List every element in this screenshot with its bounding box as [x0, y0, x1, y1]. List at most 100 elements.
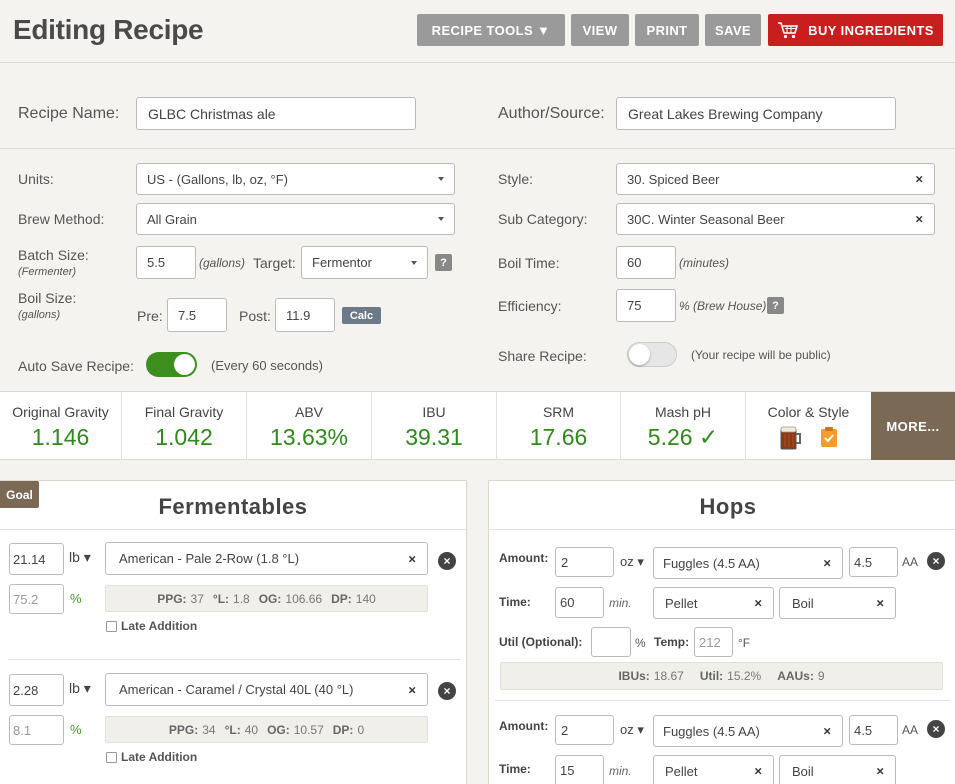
print-button[interactable]: PRINT: [635, 14, 699, 46]
author-input[interactable]: Great Lakes Brewing Company: [616, 97, 896, 130]
subcat-value: 30C. Winter Seasonal Beer: [627, 211, 785, 227]
pre-label: Pre:: [137, 308, 163, 324]
hop-form-select[interactable]: Pellet ×: [653, 755, 774, 784]
units-select[interactable]: US - (Gallons, lb, oz, °F): [136, 163, 455, 195]
recipe-name-input[interactable]: GLBC Christmas ale: [136, 97, 416, 130]
form-divider: [0, 148, 955, 149]
og-key: OG:: [258, 591, 282, 606]
og-key: OG:: [267, 722, 290, 737]
recipe-tools-button[interactable]: RECIPE TOOLS ▼: [417, 14, 565, 46]
more-button[interactable]: MORE...: [871, 392, 955, 460]
hop-amount-input[interactable]: 2: [555, 715, 614, 745]
hop-amount-label: Amount:: [499, 719, 549, 733]
stat-og: Original Gravity 1.146: [0, 392, 122, 460]
fermentable-name: American - Caramel / Crystal 40L (40 °L): [119, 682, 354, 697]
hop-aa-input[interactable]: 4.5: [849, 715, 898, 745]
buy-ingredients-button[interactable]: BUY INGREDIENTS: [768, 14, 943, 46]
efficiency-unit: % (Brew House): [679, 299, 767, 313]
chevron-down-icon: [411, 260, 417, 265]
autosave-toggle[interactable]: [146, 352, 197, 377]
post-boil-input[interactable]: 11.9: [275, 298, 335, 332]
fermentable-amount-input[interactable]: 21.14: [9, 543, 64, 575]
share-label: Share Recipe:: [498, 348, 587, 364]
row-divider: [495, 700, 950, 701]
subcat-select[interactable]: 30C. Winter Seasonal Beer ×: [616, 203, 935, 235]
clear-subcat-icon[interactable]: ×: [915, 212, 923, 227]
target-select[interactable]: Fermentor: [301, 246, 428, 279]
hop-util-input[interactable]: [591, 627, 631, 657]
hop-name-select[interactable]: Fuggles (4.5 AA) ×: [653, 547, 843, 579]
aa-label: AA: [902, 555, 919, 569]
hop-name-select[interactable]: Fuggles (4.5 AA) ×: [653, 715, 843, 747]
calc-button[interactable]: Calc: [342, 307, 381, 324]
og-value: 106.66: [285, 591, 323, 606]
remove-hop-icon[interactable]: ×: [927, 720, 945, 738]
hop-name: Fuggles (4.5 AA): [663, 555, 760, 571]
fermentable-name-select[interactable]: American - Caramel / Crystal 40L (40 °L)…: [105, 673, 428, 706]
view-button[interactable]: VIEW: [571, 14, 629, 46]
author-label: Author/Source:: [498, 105, 605, 122]
clear-style-icon[interactable]: ×: [915, 172, 923, 187]
stat-value: 39.31: [405, 424, 463, 450]
brew-method-value: All Grain: [147, 211, 197, 227]
stat-color-style[interactable]: Color & Style: [746, 392, 871, 460]
hop-time-input[interactable]: 60: [555, 587, 604, 618]
late-addition-checkbox[interactable]: [106, 621, 117, 632]
batch-size-input[interactable]: 5.5: [136, 246, 196, 279]
brew-method-select[interactable]: All Grain: [136, 203, 455, 235]
hop-aa-input[interactable]: 4.5: [849, 547, 898, 577]
clear-use-icon[interactable]: ×: [876, 596, 884, 611]
stat-label: Original Gravity: [12, 404, 109, 420]
remove-hop-icon[interactable]: ×: [927, 552, 945, 570]
min-label: min.: [609, 764, 632, 778]
dp-value: 0: [357, 722, 365, 737]
fermentable-amount-input[interactable]: 2.28: [9, 674, 64, 706]
hop-use-select[interactable]: Boil ×: [779, 755, 896, 784]
pre-boil-input[interactable]: 7.5: [167, 298, 227, 332]
remove-fermentable-icon[interactable]: ×: [438, 682, 456, 700]
hop-temp-input[interactable]: 212: [694, 627, 733, 657]
share-toggle[interactable]: [627, 342, 677, 367]
recipe-name-label: Recipe Name:: [18, 105, 120, 122]
stat-label: IBU: [422, 404, 446, 420]
hop-amount-input[interactable]: 2: [555, 547, 614, 577]
clear-fermentable-icon[interactable]: ×: [408, 682, 416, 697]
late-addition-checkbox[interactable]: [106, 752, 117, 763]
fermentable-percent-input[interactable]: 75.2: [9, 584, 64, 614]
hop-use-select[interactable]: Boil ×: [779, 587, 896, 619]
clear-fermentable-icon[interactable]: ×: [408, 551, 416, 566]
efficiency-input[interactable]: 75: [616, 289, 676, 322]
efficiency-help-icon[interactable]: ?: [767, 297, 784, 314]
style-select[interactable]: 30. Spiced Beer ×: [616, 163, 935, 195]
style-value: 30. Spiced Beer: [627, 171, 720, 187]
batch-help-icon[interactable]: ?: [435, 254, 452, 271]
efficiency-label: Efficiency:: [498, 298, 562, 314]
boil-size-sublabel: (gallons): [18, 309, 61, 321]
aa-label: AA: [902, 723, 919, 737]
clear-use-icon[interactable]: ×: [876, 764, 884, 779]
clear-form-icon[interactable]: ×: [754, 596, 762, 611]
clear-form-icon[interactable]: ×: [754, 764, 762, 779]
fermentable-unit-select[interactable]: lb ▾: [69, 680, 91, 697]
aaus-key: AAUs:: [777, 669, 814, 683]
hop-time-input[interactable]: 15: [555, 755, 604, 784]
stat-label: Color & Style: [767, 404, 850, 420]
clear-hop-icon[interactable]: ×: [823, 724, 831, 739]
save-button[interactable]: SAVE: [705, 14, 761, 46]
hop-unit-select[interactable]: oz ▾: [620, 722, 644, 738]
hop-unit-select[interactable]: oz ▾: [620, 554, 644, 570]
stat-abv: ABV 13.63%: [247, 392, 372, 460]
boil-size-label: Boil Size:: [18, 290, 77, 306]
style-label: Style:: [498, 171, 534, 187]
remove-fermentable-icon[interactable]: ×: [438, 552, 456, 570]
fermentable-percent-input[interactable]: 8.1: [9, 715, 64, 745]
clear-hop-icon[interactable]: ×: [823, 556, 831, 571]
boil-time-input[interactable]: 60: [616, 246, 676, 279]
fermentable-unit-select[interactable]: lb ▾: [69, 549, 91, 566]
goal-tab[interactable]: Goal: [0, 481, 39, 508]
fermentable-name-select[interactable]: American - Pale 2-Row (1.8 °L) ×: [105, 542, 428, 575]
beer-mug-icon: [780, 426, 801, 450]
hop-form-select[interactable]: Pellet ×: [653, 587, 774, 619]
units-label: Units:: [18, 171, 54, 187]
stat-label: ABV: [294, 404, 323, 420]
